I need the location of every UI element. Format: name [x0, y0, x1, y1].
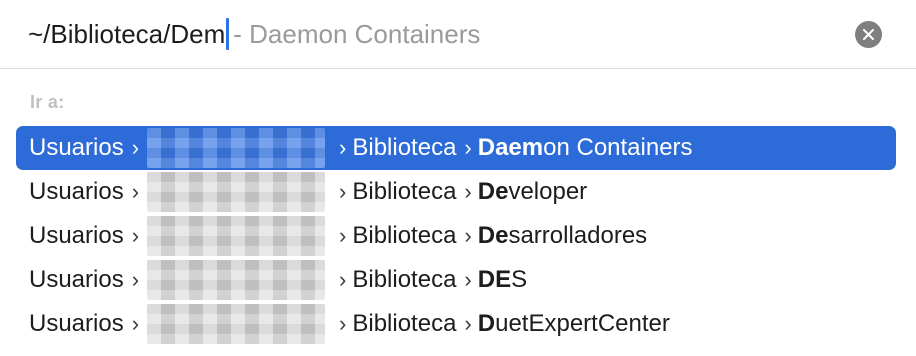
chevron-right-icon: › — [131, 311, 140, 336]
go-to-section-label: Ir a: — [30, 92, 65, 112]
match-highlight: De — [477, 178, 509, 205]
match-highlight: DE — [477, 266, 512, 293]
list-item[interactable]: Usuarios › › Biblioteca › DuetExpertCent… — [16, 302, 896, 346]
redacted-username — [147, 172, 326, 212]
path-segment-root: Usuarios — [29, 266, 124, 293]
chevron-right-icon: › — [339, 179, 347, 204]
path-autocomplete-suggestion: - Daemon Containers — [233, 18, 481, 49]
chevron-right-icon: › — [131, 135, 140, 160]
path-segment-root: Usuarios — [29, 134, 124, 161]
chevron-right-icon: › — [339, 223, 347, 248]
path-segment-root: Usuarios — [29, 178, 124, 205]
chevron-right-icon: › — [339, 267, 347, 292]
match-highlight: De — [477, 222, 509, 249]
chevron-right-icon: › — [464, 267, 472, 292]
match-rest: uetExpertCenter — [495, 310, 670, 337]
search-bar: ~/Biblioteca/Dem - Daemon Containers — [0, 0, 916, 69]
path-typed-text: ~/Biblioteca/Dem — [28, 18, 226, 49]
match-highlight: D — [477, 310, 496, 337]
chevron-right-icon: › — [131, 179, 140, 204]
clear-icon[interactable] — [855, 21, 882, 48]
results-list: Usuarios › › Biblioteca › Daem on Contain… — [16, 126, 896, 346]
path-input[interactable]: ~/Biblioteca/Dem - Daemon Containers — [28, 14, 480, 54]
match-rest: S — [511, 266, 528, 293]
chevron-right-icon: › — [464, 311, 472, 336]
go-to-folder-panel: ~/Biblioteca/Dem - Daemon Containers Ir … — [0, 0, 916, 356]
redacted-username — [147, 128, 326, 168]
path-segment-root: Usuarios — [29, 222, 124, 249]
redacted-username — [147, 260, 326, 300]
match-rest: on Containers — [543, 134, 693, 161]
redacted-username — [147, 216, 326, 256]
match-rest: veloper — [508, 178, 588, 205]
list-item[interactable]: Usuarios › › Biblioteca › DE S — [16, 258, 896, 302]
list-item[interactable]: Usuarios › › Biblioteca › De veloper — [16, 170, 896, 214]
chevron-right-icon: › — [339, 135, 347, 160]
path-segment-folder: Biblioteca — [352, 178, 457, 205]
match-highlight: Daem — [477, 134, 544, 161]
list-item[interactable]: Usuarios › › Biblioteca › De sarrolladore… — [16, 214, 896, 258]
match-rest: sarrolladores — [508, 222, 648, 249]
redacted-username — [147, 304, 326, 344]
path-segment-folder: Biblioteca — [352, 222, 457, 249]
list-item[interactable]: Usuarios › › Biblioteca › Daem on Contain… — [16, 126, 896, 170]
chevron-right-icon: › — [464, 135, 472, 160]
chevron-right-icon: › — [131, 267, 140, 292]
path-segment-folder: Biblioteca — [352, 134, 457, 161]
path-segment-folder: Biblioteca — [352, 266, 457, 293]
path-segment-root: Usuarios — [29, 310, 124, 337]
chevron-right-icon: › — [131, 223, 140, 248]
path-segment-folder: Biblioteca — [352, 310, 457, 337]
chevron-right-icon: › — [464, 179, 472, 204]
text-caret — [226, 18, 230, 50]
chevron-right-icon: › — [464, 223, 472, 248]
chevron-right-icon: › — [339, 311, 347, 336]
